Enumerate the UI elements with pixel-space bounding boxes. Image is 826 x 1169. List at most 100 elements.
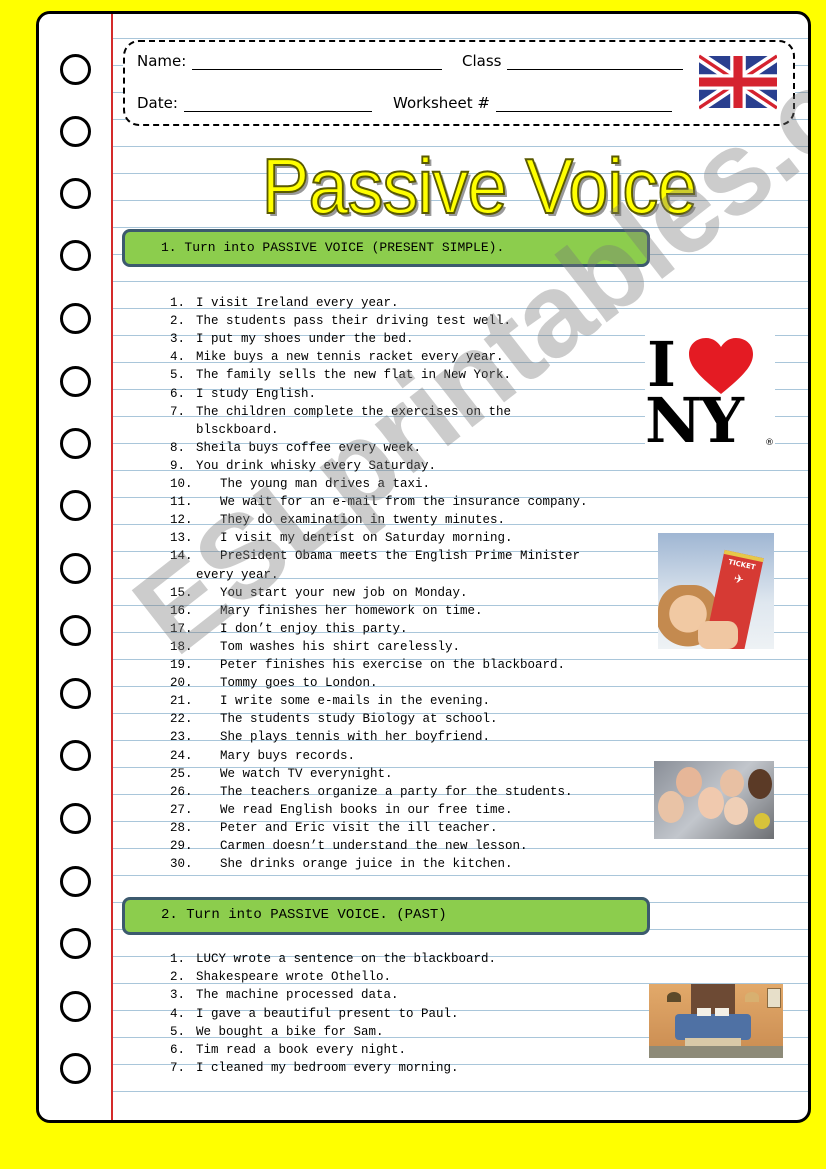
item-text: The students pass their driving test wel… <box>196 314 512 329</box>
item-number: 16. <box>170 603 193 618</box>
wall-picture <box>767 988 781 1008</box>
name-field[interactable]: Name: <box>137 52 443 70</box>
list-item: 30. She drinks orange juice in the kitche… <box>170 855 513 873</box>
binder-hole <box>60 428 91 459</box>
list-item: 13. I visit my dentist on Saturday mornin… <box>170 529 513 547</box>
bedroom-photo <box>649 984 783 1058</box>
face <box>748 769 772 799</box>
item-number: 15. <box>170 585 193 600</box>
item-number: 9. <box>170 458 186 473</box>
list-item: 4. I gave a beautiful present to Paul. <box>170 1005 459 1023</box>
binder-hole <box>60 615 91 646</box>
item-number: 22. <box>170 712 193 727</box>
binder-hole <box>60 553 91 584</box>
item-text: Mary finishes her homework on time. <box>220 603 483 618</box>
item-text: She drinks orange juice in the kitchen. <box>220 857 513 872</box>
item-text: Tom washes his shirt carelessly. <box>220 639 461 654</box>
list-item: 6. Tim read a book every night. <box>170 1041 406 1059</box>
item-text: Shakespeare wrote Othello. <box>196 970 392 985</box>
ny-letters: NY <box>645 384 744 454</box>
registered-mark: ® <box>765 438 774 448</box>
item-number: 6. <box>170 1043 186 1057</box>
item-text: I cleaned my bedroom every morning. <box>196 1061 459 1076</box>
section-2-heading: 2. Turn into PASSIVE VOICE. (PAST) <box>122 897 650 935</box>
item-number: 2. <box>170 970 186 985</box>
list-item-continuation: blsckboard. <box>196 422 279 437</box>
item-text: Carmen doesn’t understand the new lesson… <box>220 839 528 853</box>
item-text: I gave a beautiful present to Paul. <box>196 1006 459 1021</box>
item-text: PreSident Obama meets the English Prime … <box>220 549 581 564</box>
list-item: 25. We watch TV everynight. <box>170 765 393 783</box>
list-item: 21. I write some e-mails in the evening. <box>170 692 490 710</box>
name-blank[interactable] <box>192 55 443 70</box>
item-text: Mary buys records. <box>220 748 356 763</box>
plane-ticket-photo: TICKET ✈ <box>658 533 774 649</box>
item-number: 20. <box>170 676 193 691</box>
list-item: 6. I study English. <box>170 385 316 403</box>
student-info-box: Name: Class Date: Worksheet # <box>123 40 795 126</box>
i-love-ny-image: I NY ® <box>645 334 775 454</box>
list-item: 20. Tommy goes to London. <box>170 674 378 692</box>
item-number: 8. <box>170 440 186 455</box>
item-text: We watch TV everynight. <box>220 766 393 781</box>
name-label: Name: <box>137 52 187 70</box>
class-field[interactable]: Class <box>462 52 684 70</box>
date-blank[interactable] <box>183 97 372 112</box>
class-label: Class <box>462 52 502 70</box>
date-label: Date: <box>137 94 178 112</box>
list-item-continuation: every year. <box>196 567 279 582</box>
item-number: 21. <box>170 694 193 709</box>
item-number: 27. <box>170 802 193 817</box>
item-number: 12. <box>170 513 193 528</box>
list-item: 8. Sheila buys coffee every week. <box>170 439 421 457</box>
date-field[interactable]: Date: <box>137 94 372 112</box>
students-group-photo <box>654 761 774 839</box>
item-number: 7. <box>170 1061 186 1076</box>
list-item: 7. The children complete the exercises on… <box>170 403 511 421</box>
margin-line <box>111 14 113 1120</box>
list-item: 9. You drink whisky every Saturday. <box>170 457 436 475</box>
list-item: 3. The machine processed data. <box>170 986 399 1004</box>
list-item: 1. LUCY wrote a sentence on the blackboar… <box>170 950 496 968</box>
item-text: The students study Biology at school. <box>220 712 498 727</box>
list-item: 10. The young man drives a taxi. <box>170 475 430 493</box>
list-item: 2. Shakespeare wrote Othello. <box>170 968 391 986</box>
list-item: 5. We bought a bike for Sam. <box>170 1023 384 1041</box>
item-number: 26. <box>170 784 193 799</box>
binder-hole <box>60 303 91 334</box>
list-item: 1. I visit Ireland every year. <box>170 294 399 312</box>
item-text: The children complete the exercises on t… <box>196 404 512 419</box>
item-text: Peter finishes his exercise on the black… <box>220 658 566 672</box>
item-text: I don’t enjoy this party. <box>220 621 408 636</box>
pillow <box>697 1008 711 1016</box>
carpet <box>649 1046 783 1058</box>
item-text: She plays tennis with her boyfriend. <box>220 730 491 745</box>
list-item: 14. PreSident Obama meets the English Pri… <box>170 547 580 565</box>
list-item: 2. The students pass their driving test w… <box>170 312 511 330</box>
binder-hole <box>60 240 91 271</box>
face <box>658 791 684 823</box>
flower <box>754 813 770 829</box>
item-text: I visit Ireland every year. <box>196 296 399 310</box>
item-number: 23. <box>170 730 193 745</box>
pillow <box>715 1008 729 1016</box>
item-text: We wait for an e-mail from the insurance… <box>220 495 588 510</box>
worksheet-number-field[interactable]: Worksheet # <box>393 94 672 112</box>
worksheet-blank[interactable] <box>495 97 672 112</box>
item-number: 25. <box>170 766 193 781</box>
union-jack-flag-icon <box>699 54 777 110</box>
binder-hole <box>60 928 91 959</box>
item-text: We read English books in our free time. <box>220 802 513 817</box>
item-number: 24. <box>170 748 193 763</box>
list-item: 22. The students study Biology at school. <box>170 710 498 728</box>
item-number: 5. <box>170 1024 186 1039</box>
class-blank[interactable] <box>507 55 684 70</box>
worksheet-label: Worksheet # <box>393 94 490 112</box>
face <box>676 767 702 797</box>
item-text: I study English. <box>196 386 317 401</box>
list-item: 15. You start your new job on Monday. <box>170 584 468 602</box>
item-number: 5. <box>170 368 186 383</box>
list-item: 24. Mary buys records. <box>170 747 355 765</box>
list-item: 16. Mary finishes her homework on time. <box>170 602 483 620</box>
item-text: Tim read a book every night. <box>196 1043 407 1057</box>
